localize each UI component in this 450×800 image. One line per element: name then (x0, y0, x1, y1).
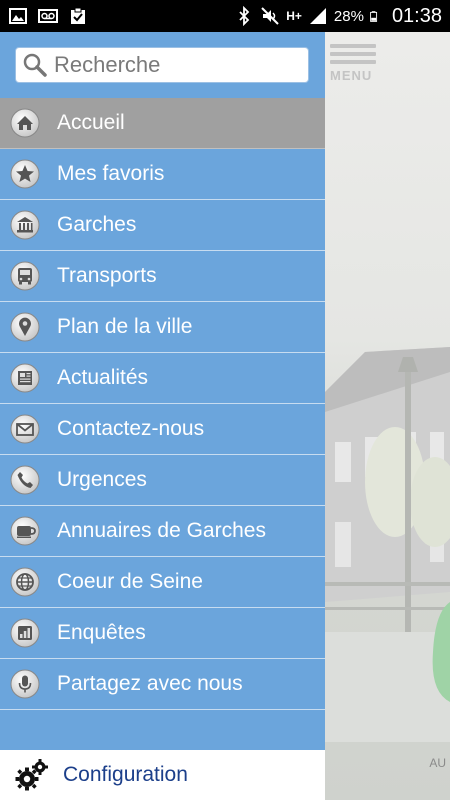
menu-item-partagez-avec-nous[interactable]: Partagez avec nous (0, 659, 325, 710)
search-area (0, 32, 325, 98)
hamburger-icon (330, 44, 380, 64)
signal-icon (309, 8, 326, 24)
drawer-menu: Accueil Mes favoris Garches Transports P… (0, 98, 325, 710)
home-icon (10, 108, 40, 138)
search-icon (23, 53, 47, 77)
bluetooth-icon (239, 6, 250, 26)
gear-icon (15, 759, 48, 791)
envelope-icon (10, 414, 40, 444)
menu-item-garches[interactable]: Garches (0, 200, 325, 251)
menu-item-label: Urgences (57, 468, 147, 491)
newspaper-icon (10, 363, 40, 393)
menu-item-transports[interactable]: Transports (0, 251, 325, 302)
bus-icon (10, 261, 40, 291)
globe-icon (10, 567, 40, 597)
search-input[interactable] (52, 51, 296, 79)
network-type: H+ (286, 9, 302, 23)
star-icon (10, 159, 40, 189)
menu-item-coeur-de-seine[interactable]: Coeur de Seine (0, 557, 325, 608)
menu-item-label: Actualités (57, 366, 149, 389)
clipboard-check-icon (71, 7, 85, 24)
menu-item-label: Contactez-nous (57, 417, 205, 440)
menu-item-label: Coeur de Seine (57, 570, 203, 593)
menu-item-urgences[interactable]: Urgences (0, 455, 325, 506)
background-app: MENU AU (325, 32, 450, 800)
town-photo (325, 347, 450, 742)
menu-item-label: Transports (57, 264, 157, 287)
voicemail-icon (38, 9, 58, 23)
menu-item-enquetes[interactable]: Enquêtes (0, 608, 325, 659)
microphone-icon (10, 669, 40, 699)
menu-item-annuaires-de-garches[interactable]: Annuaires de Garches (0, 506, 325, 557)
city-hall-icon (10, 210, 40, 240)
configuration-label: Configuration (63, 763, 188, 786)
clock: 01:38 (391, 4, 442, 27)
menu-item-accueil[interactable]: Accueil (0, 98, 325, 149)
menu-item-label: Mes favoris (57, 162, 165, 185)
menu-label: MENU (330, 68, 373, 83)
menu-item-plan-de-la-ville[interactable]: Plan de la ville (0, 302, 325, 353)
mute-icon (261, 7, 279, 25)
battery-icon (370, 11, 377, 22)
menu-item-label: Accueil (57, 111, 125, 134)
battery-percent: 28% (333, 7, 364, 25)
directory-icon (10, 516, 40, 546)
image-icon (9, 8, 27, 24)
poll-icon (10, 618, 40, 648)
menu-item-label: Garches (57, 213, 137, 236)
background-footer-text: AU (429, 756, 446, 770)
status-bar: H+ 28% 01:38 (0, 0, 450, 32)
menu-item-contactez-nous[interactable]: Contactez-nous (0, 404, 325, 455)
menu-item-label: Plan de la ville (57, 315, 193, 338)
search-box[interactable] (15, 47, 309, 83)
menu-button[interactable]: MENU (330, 40, 380, 90)
phone-icon (10, 465, 40, 495)
configuration-button[interactable]: Configuration (0, 750, 325, 800)
navigation-drawer: Accueil Mes favoris Garches (0, 32, 325, 800)
menu-item-label: Partagez avec nous (57, 672, 243, 695)
map-pin-icon (10, 312, 40, 342)
menu-item-mes-favoris[interactable]: Mes favoris (0, 149, 325, 200)
menu-item-label: Enquêtes (57, 621, 146, 644)
menu-item-label: Annuaires de Garches (57, 519, 266, 542)
menu-item-actualites[interactable]: Actualités (0, 353, 325, 404)
